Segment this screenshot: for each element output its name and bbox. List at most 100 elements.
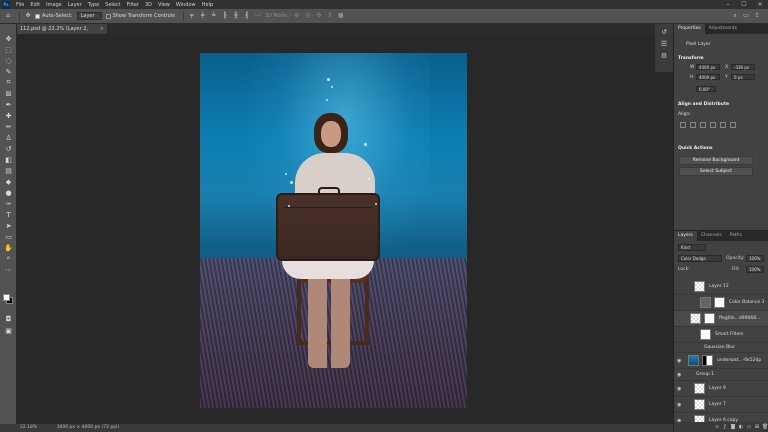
3d-slide-icon[interactable]: ⇕ bbox=[326, 12, 334, 20]
auto-select-dropdown[interactable]: Layer bbox=[76, 12, 102, 20]
visibility-eye-icon[interactable]: ◉ bbox=[677, 402, 681, 408]
menu-image[interactable]: Image bbox=[43, 2, 65, 8]
add-mask-icon[interactable]: ◙ bbox=[729, 424, 737, 430]
align-hcenter-icon[interactable]: ╂ bbox=[232, 12, 240, 20]
clone-stamp-tool-icon[interactable]: ♙ bbox=[3, 133, 14, 142]
layer-row[interactable]: ◉ Layer 9 bbox=[674, 381, 768, 397]
canvas-area[interactable] bbox=[17, 34, 673, 424]
align-bottom-icon[interactable]: ┷ bbox=[210, 12, 218, 20]
visibility-eye-icon[interactable]: ◉ bbox=[677, 358, 681, 364]
link-layers-icon[interactable]: ∞ bbox=[713, 424, 721, 430]
blend-mode-dropdown[interactable]: Color Dodge bbox=[678, 255, 722, 262]
width-field[interactable]: 4460 px bbox=[696, 64, 720, 70]
healing-brush-tool-icon[interactable]: ✚ bbox=[3, 111, 14, 120]
eraser-tool-icon[interactable]: ◧ bbox=[3, 155, 14, 164]
align-right-icon[interactable] bbox=[700, 122, 706, 128]
tab-paths[interactable]: Paths bbox=[726, 231, 746, 241]
new-group-icon[interactable]: ▭ bbox=[745, 424, 753, 430]
move-tool-icon[interactable]: ✥ bbox=[24, 12, 32, 20]
properties-panel-icon[interactable]: ⚙ bbox=[660, 52, 668, 60]
transform-title[interactable]: Transform bbox=[678, 56, 704, 61]
layer-row[interactable]: Smart Filters bbox=[674, 327, 768, 343]
document-tab[interactable]: 112.psd @ 22.2% (Layer 2, RGB/8#) * × bbox=[17, 24, 107, 42]
align-left-icon[interactable]: ┠ bbox=[221, 12, 229, 20]
zoom-level[interactable]: 22.18% bbox=[20, 425, 37, 430]
layer-row[interactable]: Color Balance 3 bbox=[674, 295, 768, 311]
quick-select-tool-icon[interactable]: ✎ bbox=[3, 67, 14, 76]
remove-background-button[interactable]: Remove Background bbox=[679, 156, 753, 165]
align-top-icon[interactable] bbox=[710, 122, 716, 128]
layer-row[interactable]: ◉ underwat...-6k52dp bbox=[674, 353, 768, 369]
align-bottom-icon[interactable] bbox=[730, 122, 736, 128]
photoshop-logo-icon[interactable]: Ps bbox=[2, 0, 10, 9]
angle-field[interactable]: 0.00° bbox=[696, 86, 716, 92]
3d-roll-icon[interactable]: ◎ bbox=[304, 12, 312, 20]
lasso-tool-icon[interactable]: ◌ bbox=[3, 56, 14, 65]
visibility-eye-icon[interactable]: ◉ bbox=[677, 372, 681, 378]
quick-mask-icon[interactable]: ◘ bbox=[3, 314, 14, 323]
blur-tool-icon[interactable]: ◆ bbox=[3, 177, 14, 186]
select-subject-button[interactable]: Select Subject bbox=[679, 167, 753, 176]
edit-toolbar-icon[interactable]: ⋯ bbox=[3, 265, 14, 274]
type-tool-icon[interactable]: T bbox=[3, 210, 14, 219]
marquee-tool-icon[interactable]: ⬚ bbox=[3, 45, 14, 54]
kind-filter-dropdown[interactable]: Kind bbox=[678, 244, 706, 251]
y-field[interactable]: 0 px bbox=[731, 74, 755, 80]
3d-pan-icon[interactable]: ✣ bbox=[315, 12, 323, 20]
dodge-tool-icon[interactable]: ● bbox=[3, 188, 14, 197]
layer-name[interactable]: ffeg0le...d99068... bbox=[719, 316, 760, 321]
layer-name[interactable]: Layer 7 bbox=[709, 402, 726, 407]
layer-row[interactable]: Layer 12 bbox=[674, 279, 768, 295]
maximize-button[interactable]: ☐ bbox=[736, 0, 752, 9]
history-brush-tool-icon[interactable]: ↺ bbox=[3, 144, 14, 153]
menu-file[interactable]: File bbox=[13, 2, 27, 8]
hand-tool-icon[interactable]: ✋ bbox=[3, 243, 14, 252]
align-top-icon[interactable]: ┯ bbox=[188, 12, 196, 20]
zoom-tool-icon[interactable]: ⌕ bbox=[3, 254, 14, 263]
new-adjustment-icon[interactable]: ◐ bbox=[737, 424, 745, 430]
auto-select-checkbox[interactable] bbox=[35, 13, 40, 19]
tab-channels[interactable]: Channels bbox=[697, 231, 726, 241]
delete-layer-icon[interactable]: 🗑 bbox=[761, 424, 768, 430]
menu-select[interactable]: Select bbox=[102, 2, 123, 8]
more-options-icon[interactable]: ⋯ bbox=[254, 12, 262, 20]
new-layer-icon[interactable]: ⊞ bbox=[753, 424, 761, 430]
3d-orbit-icon[interactable]: ⊛ bbox=[293, 12, 301, 20]
layer-name[interactable]: underwat...-6k52dp bbox=[717, 358, 761, 363]
layer-name[interactable]: Layer 12 bbox=[709, 284, 729, 289]
align-title[interactable]: Align and Distribute bbox=[678, 102, 729, 107]
x-field[interactable]: -336 px bbox=[731, 64, 755, 70]
menu-help[interactable]: Help bbox=[199, 2, 216, 8]
tab-layers[interactable]: Layers bbox=[674, 231, 697, 241]
fill-field[interactable]: 100% bbox=[746, 266, 764, 273]
move-tool-icon[interactable]: ✥ bbox=[3, 34, 14, 43]
transform-controls-checkbox[interactable] bbox=[105, 13, 111, 19]
opacity-field[interactable]: 100% bbox=[746, 255, 764, 262]
layer-row[interactable]: ◉ Group 1 bbox=[674, 369, 768, 381]
shape-tool-icon[interactable]: ▭ bbox=[3, 232, 14, 241]
history-panel-icon[interactable]: ↺ bbox=[660, 28, 668, 36]
layer-row[interactable]: ◉ Layer 7 bbox=[674, 397, 768, 413]
search-icon[interactable]: ⌕ bbox=[731, 12, 739, 20]
layer-row-selected[interactable]: ffeg0le...d99068... bbox=[674, 311, 768, 327]
workspace-icon[interactable]: ▭ bbox=[742, 12, 750, 20]
transform-controls-option[interactable]: Show Transform Controls bbox=[105, 13, 175, 19]
brush-tool-icon[interactable]: ✏ bbox=[3, 122, 14, 131]
tab-properties[interactable]: Properties bbox=[674, 24, 705, 34]
align-left-icon[interactable] bbox=[680, 122, 686, 128]
align-vcenter-icon[interactable] bbox=[720, 122, 726, 128]
minimize-button[interactable]: – bbox=[720, 0, 736, 9]
layer-name[interactable]: Group 1 bbox=[696, 372, 714, 377]
layer-name[interactable]: Color Balance 3 bbox=[729, 300, 764, 305]
foreground-color-swatch[interactable] bbox=[3, 294, 10, 301]
menu-edit[interactable]: Edit bbox=[27, 2, 43, 8]
screen-mode-icon[interactable]: ▣ bbox=[3, 326, 14, 335]
visibility-eye-icon[interactable]: ◉ bbox=[677, 386, 681, 392]
height-field[interactable]: 4000 px bbox=[696, 74, 720, 80]
adjustments-panel-icon[interactable]: ☰ bbox=[660, 40, 668, 48]
layer-name[interactable]: Smart Filters bbox=[715, 332, 744, 337]
layer-style-icon[interactable]: ƒ bbox=[721, 424, 729, 430]
menu-filter[interactable]: Filter bbox=[124, 2, 142, 8]
tab-adjustments[interactable]: Adjustments bbox=[705, 24, 741, 34]
align-right-icon[interactable]: ┨ bbox=[243, 12, 251, 20]
